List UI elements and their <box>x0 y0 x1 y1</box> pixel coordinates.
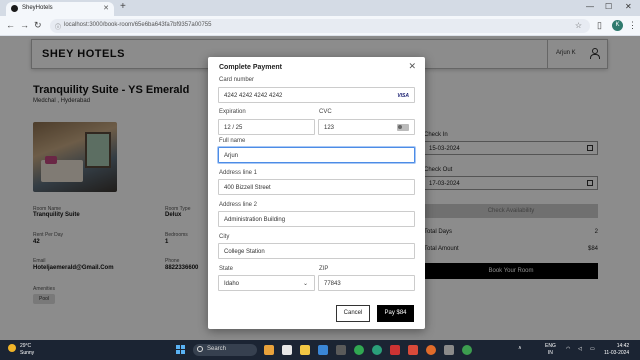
state-value: Idaho <box>224 281 240 287</box>
full-name-input[interactable]: Arjun <box>218 147 415 163</box>
expiration-input[interactable]: 12 / 25 <box>218 119 315 135</box>
address-line-2-label: Address line 2 <box>219 202 258 208</box>
site-favicon-icon <box>11 5 18 12</box>
terminal-icon[interactable] <box>336 345 346 355</box>
language-indicator[interactable]: ENG IN <box>545 343 556 357</box>
state-select[interactable]: Idaho ⌄ <box>218 275 315 291</box>
task-view-icon[interactable] <box>282 345 292 355</box>
windows-start-icon[interactable] <box>176 345 186 355</box>
address-line-1-value: 400 Bizzell Street <box>224 185 271 191</box>
sidebar-icon[interactable]: ▯ <box>597 20 602 31</box>
card-number-value: 4242 4242 4242 4242 <box>224 93 283 99</box>
weather-desc: Sunny <box>20 350 35 356</box>
visa-card-icon: VISA <box>397 93 409 99</box>
wifi-icon[interactable]: ◠ <box>566 346 570 352</box>
sun-icon <box>8 344 16 352</box>
taskbar-search[interactable]: Search <box>193 344 257 356</box>
app-icon-gray[interactable] <box>444 345 454 355</box>
address-bar: ← → ↻ ⓘ localhost:3000/book-room/65e6ba6… <box>0 16 640 36</box>
menu-icon[interactable]: ⋮ <box>628 20 637 31</box>
site-info-icon[interactable]: ⓘ <box>55 22 61 31</box>
address-line-1-label: Address line 1 <box>219 170 258 176</box>
powerpoint-icon[interactable] <box>408 345 418 355</box>
reload-icon[interactable]: ↻ <box>34 20 42 31</box>
zip-input[interactable]: 77843 <box>318 275 415 291</box>
address-line-2-input[interactable]: Administration Building <box>218 211 415 227</box>
volume-icon[interactable]: ◁ <box>578 346 582 352</box>
pay-button[interactable]: Pay $84 <box>377 305 414 322</box>
vscode-icon[interactable] <box>318 345 328 355</box>
browser-tab-bar: SheyHotels ✕ + — ☐ ✕ <box>0 0 640 16</box>
expiration-label: Expiration <box>219 109 246 115</box>
city-label: City <box>219 234 230 240</box>
close-icon[interactable]: ✕ <box>408 61 416 72</box>
close-tab-icon[interactable]: ✕ <box>103 4 109 12</box>
minimize-icon[interactable]: — <box>586 2 594 11</box>
app-icon-orange[interactable] <box>426 345 436 355</box>
weather-temp: 29°C <box>20 343 32 349</box>
city-input[interactable]: College Station <box>218 243 415 259</box>
search-placeholder: Search <box>207 346 227 352</box>
taskbar: 29°C Sunny Search ∧ ENG IN ◠ ◁ ▭ 14:42 11-0… <box>0 340 640 360</box>
battery-icon[interactable]: ▭ <box>590 346 595 352</box>
zip-label: ZIP <box>319 266 329 272</box>
app-icon-red[interactable] <box>390 345 400 355</box>
url-field[interactable]: ⓘ localhost:3000/book-room/65e6ba643fa7b… <box>50 19 590 33</box>
cvc-input[interactable]: 123 <box>318 119 415 135</box>
bookmark-star-icon[interactable]: ☆ <box>575 21 582 30</box>
edge-icon[interactable] <box>372 345 382 355</box>
tray-chevron-icon[interactable]: ∧ <box>518 345 522 351</box>
back-icon[interactable]: ← <box>6 20 15 30</box>
chrome-profile-icon[interactable] <box>462 345 472 355</box>
cvc-value: 123 <box>324 125 335 131</box>
city-value: College Station <box>224 249 265 255</box>
chrome-icon[interactable] <box>354 345 364 355</box>
browser-tab[interactable]: SheyHotels ✕ <box>6 2 114 16</box>
state-label: State <box>219 266 234 272</box>
address-line-2-value: Administration Building <box>224 217 286 223</box>
expiration-value: 12 / 25 <box>224 125 243 131</box>
maximize-icon[interactable]: ☐ <box>605 2 612 11</box>
clock[interactable]: 14:42 11-03-2024 <box>604 343 629 357</box>
address-line-1-input[interactable]: 400 Bizzell Street <box>218 179 415 195</box>
cancel-button[interactable]: Cancel <box>336 305 370 322</box>
card-number-input[interactable]: 4242 4242 4242 4242 VISA <box>218 87 415 103</box>
url-text: localhost:3000/book-room/65e6ba643fa7bf9… <box>64 22 212 28</box>
file-explorer-icon[interactable] <box>300 345 310 355</box>
profile-avatar[interactable]: K <box>612 20 623 31</box>
forward-icon[interactable]: → <box>20 20 29 30</box>
full-name-label: Full name <box>219 138 246 144</box>
widget-app-icon[interactable] <box>264 345 274 355</box>
full-name-value: Arjun <box>224 153 239 159</box>
search-icon <box>197 346 203 352</box>
modal-title: Complete Payment <box>219 64 283 71</box>
card-number-label: Card number <box>219 77 255 83</box>
payment-modal: Complete Payment ✕ Card number 4242 4242… <box>208 57 425 329</box>
browser-tab-title: SheyHotels <box>22 5 53 11</box>
cvc-card-icon <box>397 124 409 131</box>
window-close-icon[interactable]: ✕ <box>625 2 632 11</box>
new-tab-icon[interactable]: + <box>120 1 126 12</box>
zip-value: 77843 <box>324 281 341 287</box>
chevron-down-icon: ⌄ <box>302 281 308 287</box>
cvc-label: CVC <box>319 109 332 115</box>
